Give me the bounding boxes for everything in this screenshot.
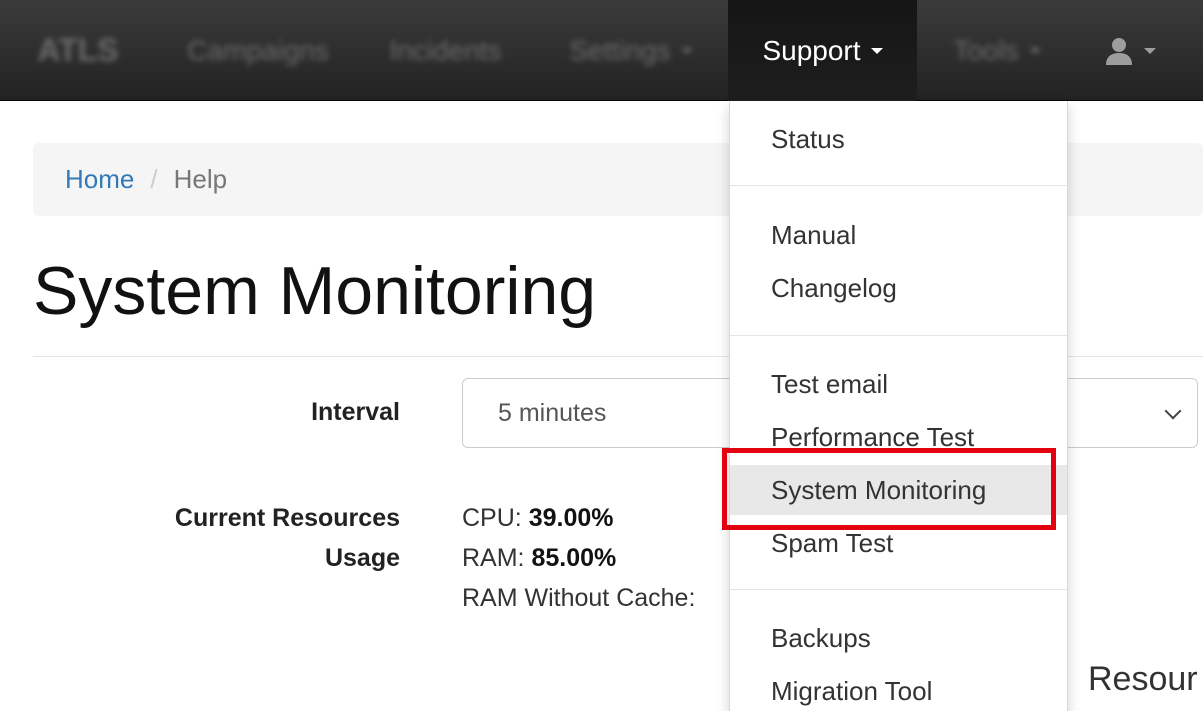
ram-value: 85.00% [531, 544, 617, 572]
ram-no-cache-usage: RAM Without Cache: [462, 578, 695, 618]
nav-settings-label: Settings [569, 34, 671, 66]
ram-usage: RAM: 85.00% [462, 538, 695, 578]
chevron-down-icon [1164, 402, 1182, 420]
menu-item-test-email[interactable]: Test email [730, 359, 1067, 409]
nav-campaigns[interactable]: Campaigns [178, 0, 338, 101]
breadcrumb-separator: / [150, 164, 158, 194]
page-title: System Monitoring [33, 253, 597, 329]
resources-usage-label-line1: Current Resources [174, 504, 400, 532]
nav-settings-dropdown[interactable]: Settings [556, 0, 706, 101]
ram-label: RAM: [462, 544, 532, 572]
nav-campaigns-label: Campaigns [187, 34, 329, 66]
cpu-label: CPU: [462, 504, 529, 532]
interval-select-value: 5 minutes [498, 398, 607, 427]
user-menu-dropdown[interactable] [1090, 0, 1170, 101]
menu-item-changelog[interactable]: Changelog [730, 263, 1067, 313]
menu-item-migration-tool[interactable]: Migration Tool [730, 666, 1067, 711]
nav-support-label: Support [762, 34, 861, 66]
highlight-annotation-box [722, 448, 1056, 530]
cpu-value: 39.00% [528, 504, 614, 532]
cpu-usage: CPU: 39.00% [462, 498, 695, 538]
nav-incidents[interactable]: Incidents [383, 0, 508, 101]
resources-usage-label-line2: Usage [324, 544, 400, 572]
top-navbar: ATLS Campaigns Incidents Settings Suppor… [0, 0, 1203, 101]
menu-item-status[interactable]: Status [730, 114, 1067, 164]
resources-usage-values: CPU: 39.00% RAM: 85.00% RAM Without Cach… [462, 498, 695, 618]
nav-incidents-label: Incidents [389, 34, 502, 66]
nav-tools-label: Tools [953, 34, 1019, 66]
menu-divider [730, 589, 1067, 590]
section-heading-partial: Resour [1088, 660, 1198, 698]
caret-down-icon [1028, 47, 1041, 54]
ram-no-cache-label: RAM Without Cache: [462, 584, 696, 612]
menu-item-backups[interactable]: Backups [730, 613, 1067, 663]
nav-support-dropdown[interactable]: Support [728, 0, 917, 101]
menu-divider [730, 185, 1067, 186]
interval-label: Interval [311, 398, 400, 426]
menu-item-manual[interactable]: Manual [730, 210, 1067, 260]
caret-down-icon [1144, 47, 1156, 54]
resources-usage-label: Current Resources Usage [100, 498, 400, 578]
caret-down-icon [680, 47, 693, 54]
user-icon [1106, 37, 1132, 65]
support-dropdown-menu: Status Manual Changelog Test email Perfo… [729, 101, 1068, 711]
breadcrumb-home-link[interactable]: Home [65, 164, 134, 195]
nav-tools-dropdown[interactable]: Tools [942, 0, 1052, 101]
brand-logo[interactable]: ATLS [28, 0, 128, 101]
menu-divider [730, 335, 1067, 336]
breadcrumb-current: Help [173, 164, 228, 194]
caret-down-icon [870, 47, 883, 54]
